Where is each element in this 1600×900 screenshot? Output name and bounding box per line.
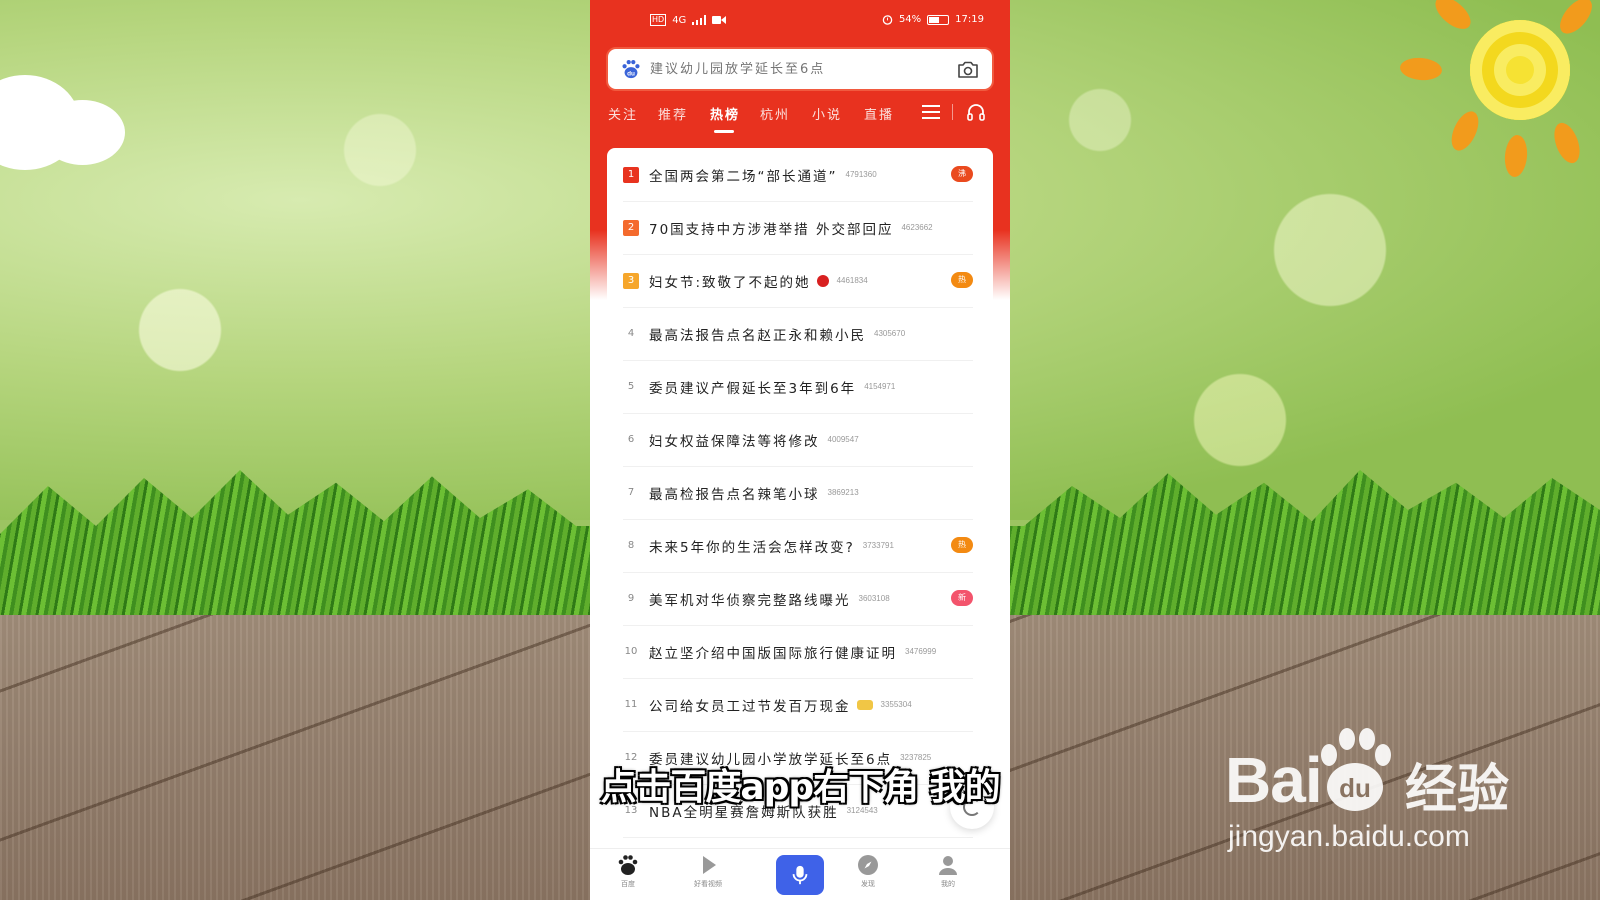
- rank-number: 3: [623, 272, 639, 289]
- heat-count: 3869213: [827, 488, 859, 497]
- watermark-chinese: 经验: [1405, 760, 1510, 820]
- nav-discover[interactable]: 发现: [838, 853, 898, 889]
- heat-count: 3603108: [858, 594, 890, 603]
- nav-label: 百度: [621, 880, 635, 888]
- battery-percent: 54%: [898, 14, 922, 25]
- hot-list-item[interactable]: 6 妇女权益保障法等将修改 4009547: [623, 413, 973, 467]
- search-input[interactable]: [650, 61, 940, 77]
- alarm-icon: [882, 15, 893, 25]
- nav-baidu[interactable]: 百度: [598, 853, 658, 889]
- network-type: 4G: [672, 14, 687, 26]
- item-title[interactable]: 美军机对华侦察完整路线曝光: [649, 589, 851, 609]
- camera-icon[interactable]: [956, 58, 980, 82]
- headphones-icon[interactable]: [966, 102, 986, 122]
- nav-mine[interactable]: 我的: [918, 853, 978, 889]
- tab-hot-list[interactable]: 热榜: [710, 104, 740, 133]
- heat-count: 4009547: [827, 435, 859, 444]
- baidu-home-icon: [618, 855, 638, 875]
- sun-icon: [1470, 20, 1570, 120]
- heat-count: 4461834: [836, 276, 868, 285]
- channel-tabs: 关注 推荐 热榜 杭州 小说 直播: [590, 100, 1010, 136]
- hot-badge: 热: [951, 537, 973, 553]
- cloud-shape: [40, 100, 125, 165]
- svg-text:du: du: [1339, 773, 1371, 803]
- rank-number: 9: [627, 592, 635, 604]
- baidu-jingyan-watermark: Bai du 经验 jingyan.baidu.com: [1225, 725, 1535, 865]
- hot-list-item[interactable]: 5 委员建议产假延长至3年到6年 4154971: [623, 360, 973, 414]
- money-icon: [856, 699, 873, 710]
- watermark-brand: Bai: [1225, 744, 1323, 816]
- rank-number: 8: [627, 539, 635, 551]
- heat-count: 3476999: [905, 647, 937, 656]
- watermark-url: jingyan.baidu.com: [1228, 820, 1470, 853]
- baidu-logo-icon[interactable]: du: [620, 58, 642, 80]
- item-title[interactable]: 妇女节:致敬了不起的她: [649, 271, 811, 291]
- video-record-icon: [712, 16, 727, 24]
- item-title[interactable]: 70国支持中方涉港举措 外交部回应: [649, 218, 893, 238]
- heat-count: 4154971: [864, 382, 896, 391]
- svg-text:du: du: [627, 70, 635, 77]
- bottom-nav: 百度 好看视频 发现 我的: [590, 848, 1010, 900]
- hot-list-item[interactable]: 11 公司给女员工过节发百万现金 3355304: [623, 678, 973, 732]
- item-title[interactable]: 最高检报告点名辣笔小球: [649, 483, 820, 503]
- signal-icon: [692, 15, 707, 25]
- nav-label: 发现: [861, 880, 875, 888]
- tab-novel[interactable]: 小说: [812, 104, 842, 123]
- search-bar[interactable]: du: [606, 47, 994, 91]
- play-icon: [703, 856, 716, 874]
- nav-label: 好看视频: [694, 880, 722, 888]
- tab-live[interactable]: 直播: [864, 104, 894, 123]
- battery-icon: [927, 14, 950, 25]
- boiling-badge: 沸: [951, 166, 973, 182]
- rose-icon: [816, 274, 829, 287]
- hot-list-item[interactable]: 10 赵立坚介绍中国版国际旅行健康证明 3476999: [623, 625, 973, 679]
- hot-list-item[interactable]: 7 最高检报告点名辣笔小球 3869213: [623, 466, 973, 520]
- rank-number: 4: [627, 327, 635, 339]
- item-title[interactable]: 妇女权益保障法等将修改: [649, 430, 820, 450]
- heat-count: 3733791: [862, 541, 894, 550]
- item-title[interactable]: 赵立坚介绍中国版国际旅行健康证明: [649, 642, 897, 662]
- hot-list-item[interactable]: 1 全国两会第二场“部长通道” 4791360 沸: [623, 148, 973, 202]
- menu-icon[interactable]: [922, 104, 940, 120]
- rank-number: 2: [623, 219, 639, 236]
- rank-number: 10: [624, 645, 638, 657]
- heat-count: 3355304: [880, 700, 912, 709]
- video-subtitle: 点击百度app右下角 我的: [600, 767, 1000, 808]
- hot-list-item[interactable]: 2 70国支持中方涉港举措 外交部回应 4623662: [623, 201, 973, 255]
- rank-number: 7: [627, 486, 635, 498]
- tab-hangzhou[interactable]: 杭州: [760, 104, 790, 123]
- new-badge: 新: [951, 590, 973, 606]
- hot-list-item[interactable]: 3 妇女节:致敬了不起的她 4461834 热: [623, 254, 973, 308]
- item-title[interactable]: 委员建议产假延长至3年到6年: [649, 377, 856, 397]
- hot-list-item[interactable]: 8 未来5年你的生活会怎样改变? 3733791 热: [623, 519, 973, 573]
- tab-divider: [952, 104, 953, 120]
- heat-count: 4791360: [845, 170, 877, 179]
- hot-list-item[interactable]: 4 最高法报告点名赵正永和赖小民 4305670: [623, 307, 973, 361]
- heat-count: 4623662: [901, 223, 933, 232]
- rank-number: 5: [627, 380, 635, 392]
- clock: 17:19: [955, 14, 984, 25]
- compass-icon: [858, 855, 878, 875]
- nav-label: 我的: [941, 880, 955, 888]
- item-title[interactable]: 未来5年你的生活会怎样改变?: [649, 536, 855, 556]
- tab-recommend[interactable]: 推荐: [658, 104, 688, 123]
- hd-indicator: HD: [650, 14, 667, 26]
- rank-number: 11: [624, 698, 638, 710]
- item-title[interactable]: 公司给女员工过节发百万现金: [649, 695, 851, 715]
- heat-count: 4305670: [874, 329, 906, 338]
- user-icon: [939, 856, 957, 875]
- microphone-icon: [792, 865, 808, 885]
- baidu-paw-icon: du: [1321, 728, 1391, 811]
- status-bar: HD 4G 54% 17:19: [590, 14, 1010, 34]
- rank-number: 1: [623, 166, 639, 183]
- rank-number: 6: [627, 433, 635, 445]
- tab-follow[interactable]: 关注: [608, 104, 638, 123]
- item-title[interactable]: 最高法报告点名赵正永和赖小民: [649, 324, 866, 344]
- voice-search-button[interactable]: [776, 855, 824, 895]
- hot-list-item[interactable]: 9 美军机对华侦察完整路线曝光 3603108 新: [623, 572, 973, 626]
- item-title[interactable]: 全国两会第二场“部长通道”: [649, 165, 838, 185]
- nav-video[interactable]: 好看视频: [678, 853, 738, 889]
- hot-badge: 热: [951, 272, 973, 288]
